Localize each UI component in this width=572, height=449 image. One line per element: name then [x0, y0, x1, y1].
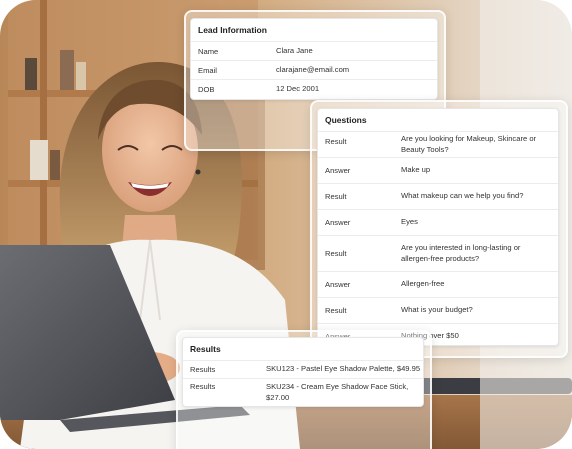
question-row: Result What makeup can we help you find?: [318, 184, 558, 210]
answer-row: Answer Eyes: [318, 210, 558, 236]
question-row: Result Are you interested in long-lastin…: [318, 236, 558, 272]
row-value: Are you looking for Makeup, Skincare or …: [401, 134, 537, 154]
questions-card: Questions Result Are you looking for Mak…: [317, 108, 559, 346]
row-label: Results: [190, 365, 216, 374]
row-value: Are you interested in long-lasting or al…: [401, 243, 521, 263]
lead-information-card: Lead Information Name Clara Jane Email c…: [190, 18, 438, 100]
lead-information-title: Lead Information: [191, 19, 437, 42]
row-value: Clara Jane: [276, 45, 313, 55]
row-value: Allergen-free: [401, 279, 445, 289]
row-value: 12 Dec 2001: [276, 83, 320, 93]
stage: Lead Information Name Clara Jane Email c…: [0, 0, 572, 449]
question-row: Result Are you looking for Makeup, Skinc…: [318, 132, 558, 158]
results-title: Results: [183, 338, 423, 361]
row-value: Eyes: [401, 217, 418, 227]
answer-row: Answer Allergen-free: [318, 272, 558, 298]
result-row: Results SKU123 - Pastel Eye Shadow Palet…: [183, 361, 423, 379]
row-label: Result: [325, 192, 347, 201]
row-value: SKU234 - Cream Eye Shadow Face Stick, $2…: [266, 382, 409, 402]
row-label: Name: [198, 46, 219, 56]
row-value: What makeup can we help you find?: [401, 191, 524, 201]
row-label: Result: [325, 306, 347, 315]
row-value: What is your budget?: [401, 305, 473, 315]
row-label: Results: [190, 382, 216, 391]
row-label: Answer: [325, 218, 351, 227]
row-label: Email: [198, 65, 217, 75]
lead-row-email: Email clarajane@email.com: [191, 61, 437, 80]
answer-row: Answer Make up: [318, 158, 558, 184]
result-row: Results SKU234 - Cream Eye Shadow Face S…: [183, 379, 423, 407]
question-row: Result What is your budget?: [318, 298, 558, 324]
lead-row-name: Name Clara Jane: [191, 42, 437, 61]
row-label: DOB: [198, 84, 215, 94]
row-value: clarajane@email.com: [276, 64, 350, 74]
row-value: SKU123 - Pastel Eye Shadow Palette, $49.…: [266, 364, 421, 374]
lead-row-dob: DOB 12 Dec 2001: [191, 80, 437, 98]
row-label: Result: [325, 249, 347, 258]
questions-title: Questions: [318, 109, 558, 132]
results-card: Results Results SKU123 - Pastel Eye Shad…: [182, 337, 424, 407]
row-label: Result: [325, 137, 347, 146]
row-label: Answer: [325, 166, 351, 175]
row-label: Answer: [325, 280, 351, 289]
row-value: Make up: [401, 165, 431, 175]
